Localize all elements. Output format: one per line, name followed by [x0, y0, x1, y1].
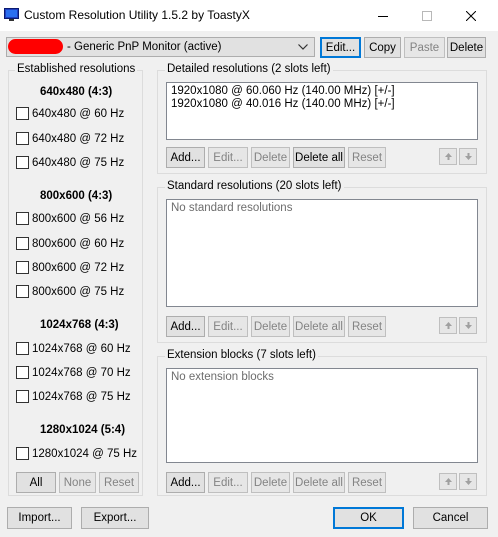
- minimize-icon: [378, 15, 388, 17]
- checkbox-box[interactable]: [16, 156, 29, 169]
- chevron-down-icon[interactable]: [298, 44, 308, 50]
- checkbox-label: 1280x1024 @ 75 Hz: [32, 447, 138, 460]
- standard-resolutions-label: Standard resolutions (20 slots left): [165, 180, 344, 192]
- arrow-up-icon: [444, 153, 452, 160]
- monitor-paste-button[interactable]: Paste: [404, 37, 445, 58]
- group-heading-800x600: 800x600 (4:3): [40, 190, 113, 202]
- checkbox-1024x768-70[interactable]: 1024x768 @ 70 Hz: [16, 366, 131, 379]
- maximize-icon: [422, 10, 432, 21]
- checkbox-label: 800x600 @ 72 Hz: [32, 261, 125, 274]
- monitor-select-value: - Generic PnP Monitor (active): [67, 41, 222, 53]
- checkbox-label: 1024x768 @ 60 Hz: [32, 342, 131, 355]
- checkbox-label: 800x600 @ 56 Hz: [32, 212, 125, 225]
- checkbox-label: 800x600 @ 75 Hz: [32, 285, 125, 298]
- checkbox-box[interactable]: [16, 212, 29, 225]
- extension-blocks-label: Extension blocks (7 slots left): [165, 349, 318, 361]
- standard-resolutions-list[interactable]: No standard resolutions: [166, 199, 478, 307]
- checkbox-label: 800x600 @ 60 Hz: [32, 237, 125, 250]
- extension-delete-button[interactable]: Delete: [251, 472, 290, 493]
- empty-list-placeholder: No standard resolutions: [171, 202, 293, 214]
- monitor-delete-button[interactable]: Delete: [447, 37, 486, 58]
- detailed-resolutions-label: Detailed resolutions (2 slots left): [165, 63, 333, 75]
- export-button[interactable]: Export...: [81, 507, 149, 529]
- detailed-add-button[interactable]: Add...: [166, 147, 205, 168]
- monitor-app-icon: [4, 8, 19, 22]
- extension-delete-all-button[interactable]: Delete all: [293, 472, 345, 493]
- checkbox-640x480-75[interactable]: 640x480 @ 75 Hz: [16, 156, 124, 169]
- group-heading-640x480: 640x480 (4:3): [40, 86, 113, 98]
- checkbox-640x480-60[interactable]: 640x480 @ 60 Hz: [16, 107, 124, 120]
- close-button[interactable]: [449, 0, 493, 31]
- maximize-button[interactable]: [405, 0, 449, 31]
- checkbox-1280x1024-75[interactable]: 1280x1024 @ 75 Hz: [16, 447, 137, 460]
- checkbox-800x600-72[interactable]: 800x600 @ 72 Hz: [16, 261, 124, 274]
- standard-move-up-button[interactable]: [439, 317, 457, 334]
- arrow-down-icon: [464, 153, 472, 160]
- close-icon: [466, 10, 476, 21]
- established-reset-button[interactable]: Reset: [99, 472, 139, 493]
- arrow-down-icon: [464, 322, 472, 329]
- detailed-delete-all-button[interactable]: Delete all: [293, 147, 345, 168]
- detailed-move-up-button[interactable]: [439, 148, 457, 165]
- standard-delete-button[interactable]: Delete: [251, 316, 290, 337]
- checkbox-box[interactable]: [16, 342, 29, 355]
- window-title: Custom Resolution Utility 1.5.2 by Toast…: [24, 8, 250, 22]
- extension-move-up-button[interactable]: [439, 473, 457, 490]
- extension-blocks-list[interactable]: No extension blocks: [166, 368, 478, 463]
- detailed-delete-button[interactable]: Delete: [251, 147, 290, 168]
- arrow-down-icon: [464, 478, 472, 485]
- extension-move-down-button[interactable]: [459, 473, 477, 490]
- monitor-copy-button[interactable]: Copy: [364, 37, 401, 58]
- cancel-button[interactable]: Cancel: [413, 507, 488, 529]
- checkbox-640x480-72[interactable]: 640x480 @ 72 Hz: [16, 132, 124, 145]
- select-none-button[interactable]: None: [59, 472, 96, 493]
- detailed-resolutions-list[interactable]: 1920x1080 @ 60.060 Hz (140.00 MHz) [+/-]…: [166, 82, 478, 140]
- checkbox-box[interactable]: [16, 132, 29, 145]
- checkbox-box[interactable]: [16, 285, 29, 298]
- standard-add-button[interactable]: Add...: [166, 316, 205, 337]
- checkbox-label: 640x480 @ 60 Hz: [32, 107, 125, 120]
- checkbox-box[interactable]: [16, 447, 29, 460]
- import-button[interactable]: Import...: [7, 507, 72, 529]
- checkbox-1024x768-60[interactable]: 1024x768 @ 60 Hz: [16, 342, 131, 355]
- arrow-up-icon: [444, 478, 452, 485]
- group-heading-1280x1024: 1280x1024 (5:4): [40, 424, 126, 436]
- checkbox-box[interactable]: [16, 366, 29, 379]
- extension-add-button[interactable]: Add...: [166, 472, 205, 493]
- checkbox-label: 1024x768 @ 75 Hz: [32, 390, 131, 403]
- standard-move-down-button[interactable]: [459, 317, 477, 334]
- checkbox-box[interactable]: [16, 261, 29, 274]
- redaction-mark: [8, 39, 63, 54]
- ok-button[interactable]: OK: [333, 507, 404, 529]
- detailed-move-down-button[interactable]: [459, 148, 477, 165]
- standard-delete-all-button[interactable]: Delete all: [293, 316, 345, 337]
- checkbox-label: 640x480 @ 75 Hz: [32, 156, 125, 169]
- minimize-button[interactable]: [361, 0, 405, 31]
- extension-edit-button[interactable]: Edit...: [208, 472, 248, 493]
- arrow-up-icon: [444, 322, 452, 329]
- monitor-edit-button[interactable]: Edit...: [320, 37, 361, 58]
- empty-list-placeholder: No extension blocks: [171, 371, 274, 383]
- detailed-reset-button[interactable]: Reset: [348, 147, 386, 168]
- checkbox-1024x768-75[interactable]: 1024x768 @ 75 Hz: [16, 390, 131, 403]
- established-resolutions-label: Established resolutions: [15, 63, 138, 75]
- checkbox-800x600-75[interactable]: 800x600 @ 75 Hz: [16, 285, 124, 298]
- standard-reset-button[interactable]: Reset: [348, 316, 386, 337]
- detailed-edit-button[interactable]: Edit...: [208, 147, 248, 168]
- list-item[interactable]: 1920x1080 @ 40.016 Hz (140.00 MHz) [+/-]: [171, 98, 473, 111]
- standard-edit-button[interactable]: Edit...: [208, 316, 248, 337]
- checkbox-800x600-56[interactable]: 800x600 @ 56 Hz: [16, 212, 124, 225]
- checkbox-box[interactable]: [16, 107, 29, 120]
- select-all-button[interactable]: All: [16, 472, 56, 493]
- checkbox-label: 640x480 @ 72 Hz: [32, 132, 125, 145]
- list-item[interactable]: 1920x1080 @ 60.060 Hz (140.00 MHz) [+/-]: [171, 85, 473, 98]
- extension-reset-button[interactable]: Reset: [348, 472, 386, 493]
- checkbox-label: 1024x768 @ 70 Hz: [32, 366, 131, 379]
- checkbox-box[interactable]: [16, 390, 29, 403]
- checkbox-800x600-60[interactable]: 800x600 @ 60 Hz: [16, 237, 124, 250]
- checkbox-box[interactable]: [16, 237, 29, 250]
- group-heading-1024x768: 1024x768 (4:3): [40, 319, 119, 331]
